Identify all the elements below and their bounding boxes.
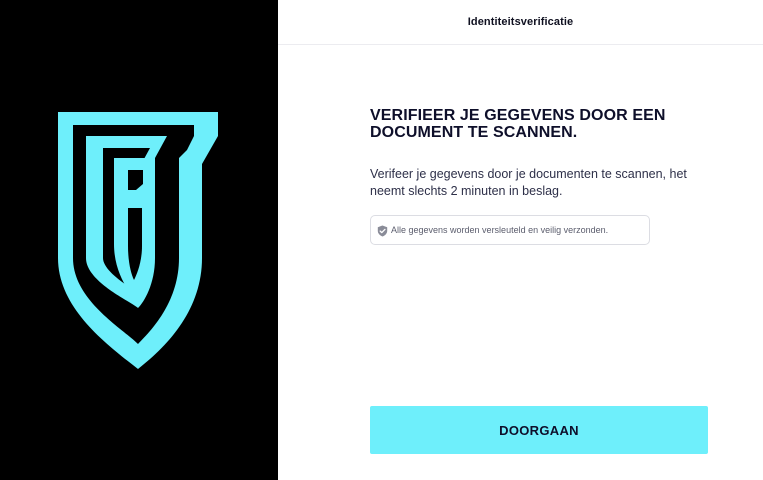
- continue-button[interactable]: DOORGAAN: [370, 406, 708, 454]
- description-text: Verifeer je gegevens door je documenten …: [370, 167, 687, 198]
- security-notice-text: Alle gegevens worden versleuteld en veil…: [391, 225, 609, 235]
- security-notice: Alle gegevens worden versleuteld en veil…: [370, 215, 650, 245]
- shield-b-logo-icon: [58, 112, 218, 369]
- headline: VERIFIEER JE GEGEVENS DOOR EEN DOCUMENT …: [370, 107, 666, 141]
- identity-verification-screen: Identiteitsverificatie VERIFIEER JE GEGE…: [0, 0, 763, 480]
- top-bar: Identiteitsverificatie: [278, 0, 763, 45]
- shield-check-icon: [377, 224, 388, 237]
- brand-panel: [0, 0, 278, 480]
- page-title: Identiteitsverificatie: [467, 16, 574, 28]
- content-panel: Identiteitsverificatie VERIFIEER JE GEGE…: [278, 0, 763, 480]
- main-section: VERIFIEER JE GEGEVENS DOOR EEN DOCUMENT …: [370, 107, 715, 245]
